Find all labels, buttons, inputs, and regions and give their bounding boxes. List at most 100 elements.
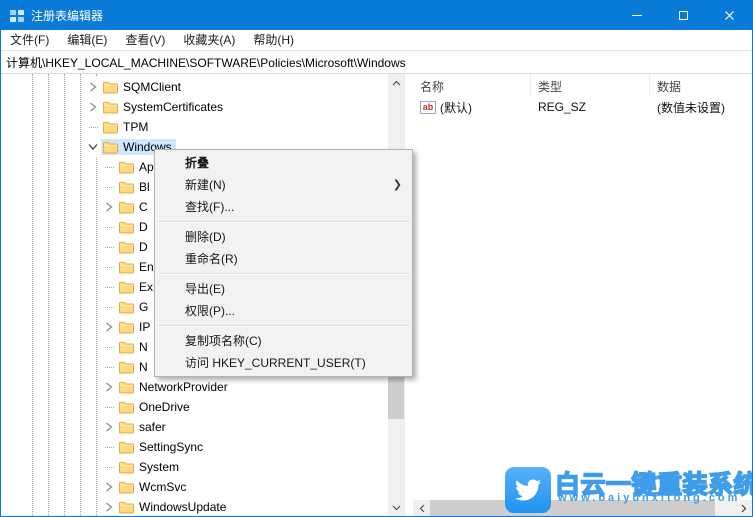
expand-toggle[interactable] [101,197,117,217]
menu-file[interactable]: 文件(F) [1,30,58,51]
expand-toggle[interactable] [101,477,117,497]
menu-favorites[interactable]: 收藏夹(A) [174,30,244,51]
context-menu-item[interactable]: 重命名(R) ❯ [155,248,412,270]
context-menu-item[interactable]: 删除(D) ❯ [155,226,412,248]
tree-item[interactable]: SystemCertificates [1,97,388,117]
tree-item[interactable]: SQMClient [1,77,388,97]
tree-item-label: System [139,460,180,474]
tree-item-label: G [139,300,149,314]
folder-icon [119,261,134,274]
tree-item[interactable]: NetworkProvider [1,377,388,397]
tree-item[interactable]: TPM [1,117,388,137]
watermark-url: www.baiyunxitong.com [558,492,741,504]
folder-icon [119,361,134,374]
minimize-button[interactable] [614,1,660,30]
scroll-left-button[interactable] [413,500,430,516]
tree-item[interactable]: System [1,457,388,477]
expand-toggle[interactable] [101,497,117,516]
connector-stub [104,466,114,468]
tree-item[interactable]: safer [1,417,388,437]
folder-icon [119,401,134,414]
scroll-up-button[interactable] [388,74,404,91]
registry-editor-window: 注册表编辑器 文件(F) 编辑(E) 查看(V) 收藏夹(A) 帮助(H) 计算… [0,0,753,517]
value-type: REG_SZ [538,100,587,114]
expand-toggle[interactable] [101,457,117,477]
chevron-down-icon [88,144,98,150]
context-menu-item[interactable]: 新建(N) ❯ [155,174,412,196]
title-bar: 注册表编辑器 [1,1,752,30]
scrollbar-thumb[interactable] [388,376,404,419]
tree-item[interactable]: WcmSvc [1,477,388,497]
expand-toggle[interactable] [101,157,117,177]
column-header-name[interactable]: 名称 [413,74,531,97]
expand-toggle[interactable] [101,317,117,337]
context-menu-item[interactable]: 折叠 ❯ [155,152,412,174]
expand-toggle[interactable] [101,377,117,397]
folder-icon [119,481,134,494]
context-menu-item[interactable]: 导出(E) ❯ [155,278,412,300]
chevron-right-icon [106,382,113,392]
tree-item-label: OneDrive [139,400,190,414]
folder-icon [119,281,134,294]
column-header-type[interactable]: 类型 [531,74,650,97]
expand-toggle[interactable] [85,97,101,117]
expand-toggle[interactable] [101,357,117,377]
context-menu-item[interactable]: 复制项名称(C) ❯ [155,330,412,352]
string-value-icon: ab [420,100,436,114]
value-name: (默认) [440,100,472,115]
connector-stub [104,226,114,228]
tree-item[interactable]: OneDrive [1,397,388,417]
expand-toggle[interactable] [101,297,117,317]
expand-toggle[interactable] [101,437,117,457]
chevron-right-icon [90,102,97,112]
chevron-right-icon [106,422,113,432]
context-menu-item[interactable]: 查找(F)... ❯ [155,196,412,218]
tree-item-label: Ap [139,160,154,174]
tree-item-label: D [139,220,148,234]
list-header: 名称 类型 数据 [413,74,752,97]
menu-view[interactable]: 查看(V) [116,30,174,51]
chevron-right-icon [106,502,113,512]
maximize-button[interactable] [660,1,706,30]
window-title: 注册表编辑器 [31,9,104,23]
twitter-bird-icon [505,467,551,513]
scroll-down-button[interactable] [388,499,404,516]
folder-icon [119,181,134,194]
minimize-icon [632,15,642,16]
expand-toggle[interactable] [101,417,117,437]
folder-icon [119,161,134,174]
tree-item-label: N [139,360,148,374]
scroll-right-button[interactable] [735,500,752,516]
expand-toggle[interactable] [101,337,117,357]
expand-toggle[interactable] [101,217,117,237]
tree-item[interactable]: WindowsUpdate [1,497,388,516]
value-row[interactable]: ab (默认) REG_SZ (数值未设置) [413,97,752,117]
expand-toggle[interactable] [85,117,101,137]
address-input[interactable] [1,52,752,73]
expand-toggle[interactable] [101,237,117,257]
expand-toggle[interactable] [101,277,117,297]
tree-item-label: Bl [139,180,150,194]
close-button[interactable] [706,1,752,30]
value-data: (数值未设置) [657,100,725,115]
connector-stub [104,166,114,168]
connector-stub [104,406,114,408]
submenu-arrow-icon: ❯ [392,179,402,191]
folder-icon [119,341,134,354]
context-menu-item[interactable]: 访问 HKEY_CURRENT_USER(T) ❯ [155,352,412,374]
chevron-right-icon [106,202,113,212]
column-header-data[interactable]: 数据 [650,74,752,97]
tree-item-label: SettingSync [139,440,204,454]
expand-toggle[interactable] [85,77,101,97]
tree-item-label: N [139,340,148,354]
menu-edit[interactable]: 编辑(E) [58,30,116,51]
collapse-toggle[interactable] [85,137,101,157]
context-menu-item[interactable]: 权限(P)... ❯ [155,300,412,322]
expand-toggle[interactable] [101,397,117,417]
chevron-left-icon [419,504,424,512]
expand-toggle[interactable] [101,177,117,197]
tree-item[interactable]: SettingSync [1,437,388,457]
expand-toggle[interactable] [101,257,117,277]
menu-help[interactable]: 帮助(H) [244,30,303,51]
tree-item-label: Ex [139,280,154,294]
